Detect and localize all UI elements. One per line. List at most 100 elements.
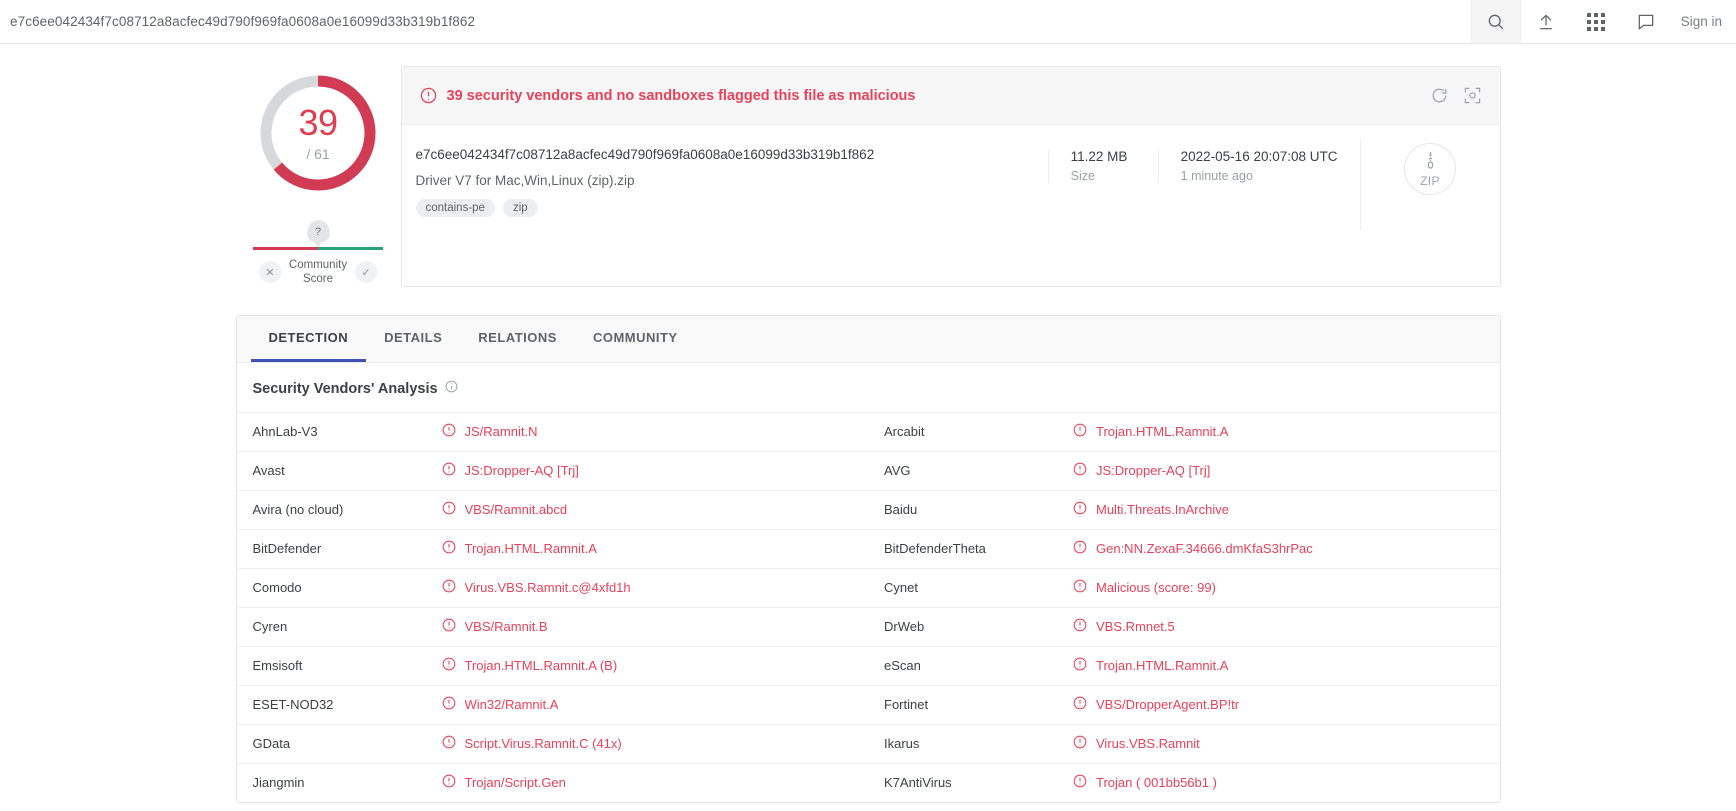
- zip-file-icon: ZIP: [1404, 143, 1456, 195]
- vendor-detection: VBS/Ramnit.B: [442, 618, 869, 635]
- exclamation-circle-icon: [1073, 618, 1087, 635]
- vendor-detection-label[interactable]: Malicious (score: 99): [1096, 580, 1216, 595]
- file-hash: e7c6ee042434f7c08712a8acfec49d790f969fa0…: [415, 147, 875, 162]
- vendor-detection-label[interactable]: Trojan ( 001bb56b1 ): [1096, 775, 1217, 790]
- chat-button[interactable]: [1621, 0, 1671, 43]
- vendor-detection-label[interactable]: VBS.Rmnet.5: [1096, 619, 1175, 634]
- info-circle-icon[interactable]: [445, 380, 458, 398]
- exclamation-circle-icon: [420, 87, 437, 104]
- vendor-detection-label[interactable]: Trojan.HTML.Ramnit.A: [1096, 424, 1228, 439]
- vendor-detection: Script.Virus.Ramnit.C (41x): [442, 735, 869, 752]
- tab-community-label: COMMUNITY: [592, 329, 678, 345]
- exclamation-circle-icon: [442, 735, 456, 752]
- vendor-detection-label[interactable]: Trojan.HTML.Ramnit.A (B): [465, 658, 618, 673]
- exclamation-circle-icon: [1073, 774, 1087, 791]
- search-input-value: e7c6ee042434f7c08712a8acfec49d790f969fa0…: [10, 14, 476, 29]
- community-score-marker[interactable]: ?: [306, 220, 330, 243]
- exclamation-circle-icon: [1073, 579, 1087, 596]
- vendor-detection: Trojan.HTML.Ramnit.A: [442, 540, 869, 557]
- vendor-detection-label[interactable]: Win32/Ramnit.A: [465, 697, 559, 712]
- vendor-detection: Gen:NN.ZexaF.34666.dmKfaS3hrPac: [1073, 540, 1500, 557]
- table-row: Comodo Virus.VBS.Ramnit.c@4xfd1h Cynet Mali…: [236, 567, 1500, 607]
- vendor-detection-label[interactable]: Trojan/Script.Gen: [465, 775, 566, 790]
- vendor-detection-label[interactable]: Virus.VBS.Ramnit: [1096, 736, 1200, 751]
- vendor-detection-label[interactable]: Trojan.HTML.Ramnit.A: [465, 541, 597, 556]
- community-score-row: ✕ Community Score ✓: [253, 258, 383, 287]
- detection-score-column: 39 / 61 ? ✕ Community Score ✓: [236, 66, 401, 287]
- tab-community[interactable]: COMMUNITY: [575, 316, 696, 362]
- vendor-detection-label[interactable]: VBS/Ramnit.B: [465, 619, 548, 634]
- vendor-detection-label[interactable]: VBS/DropperAgent.BP!tr: [1096, 697, 1239, 712]
- vendor-name: ESET-NOD32: [252, 697, 334, 713]
- alert-action-buttons: [1430, 86, 1482, 105]
- tab-detection[interactable]: DETECTION: [250, 316, 367, 362]
- malicious-alert-banner: 39 security vendors and no sandboxes fla…: [401, 67, 1500, 125]
- exclamation-circle-icon: [1073, 540, 1087, 557]
- tab-relations[interactable]: RELATIONS: [460, 316, 575, 362]
- vendor-detection-label[interactable]: Gen:NN.ZexaF.34666.dmKfaS3hrPac: [1096, 541, 1313, 556]
- analysis-section-header: Security Vendors' Analysis: [237, 363, 1500, 412]
- vendor-detection-label[interactable]: VBS/Ramnit.abcd: [465, 502, 568, 517]
- vendor-name: K7AntiVirus: [884, 775, 952, 791]
- exclamation-circle-icon: [1073, 696, 1087, 713]
- vendor-name: AhnLab-V3: [252, 424, 318, 440]
- detection-tab-card: DETECTION DETAILS RELATIONS COMMUNITY Se…: [235, 314, 1501, 803]
- exclamation-circle-icon: [1073, 423, 1087, 440]
- search-input[interactable]: e7c6ee042434f7c08712a8acfec49d790f969fa0…: [0, 0, 1471, 43]
- vendor-detection-label[interactable]: Multi.Threats.InArchive: [1096, 502, 1229, 517]
- vendor-name: GData: [252, 736, 291, 752]
- security-vendors-table: AhnLab-V3 JS/Ramnit.N Arcabit Trojan.HTML.R…: [236, 411, 1500, 802]
- sign-in-label: Sign in: [1680, 14, 1722, 29]
- file-tags: contains-pe zip: [415, 199, 1048, 217]
- file-size-label: Size: [1070, 169, 1095, 183]
- vendor-detection: VBS.Rmnet.5: [1073, 618, 1500, 635]
- vendor-detection-label[interactable]: JS/Ramnit.N: [465, 424, 538, 439]
- exclamation-circle-icon: [1073, 657, 1087, 674]
- search-icon: [1486, 12, 1506, 32]
- file-info-row: e7c6ee042434f7c08712a8acfec49d790f969fa0…: [402, 125, 1500, 230]
- table-row: Jiangmin Trojan/Script.Gen K7AntiVirus Troj…: [236, 762, 1500, 802]
- file-tag[interactable]: contains-pe: [415, 199, 495, 217]
- detection-ratio-text: 39 / 61: [257, 72, 379, 194]
- exclamation-circle-icon: [442, 774, 456, 791]
- file-meta: 11.22 MB Size 2022-05-16 20:07:08 UTC 1 …: [1047, 139, 1360, 230]
- check-icon: ✓: [361, 266, 371, 279]
- x-icon: ✕: [265, 266, 275, 279]
- vendor-name: Comodo: [252, 580, 302, 596]
- community-score-label-line1: Community: [288, 259, 348, 271]
- table-row: AhnLab-V3 JS/Ramnit.N Arcabit Trojan.HTML.R…: [236, 411, 1500, 451]
- tab-details[interactable]: DETAILS: [366, 316, 460, 362]
- detection-count: 39: [298, 101, 338, 143]
- exclamation-circle-icon: [442, 423, 456, 440]
- file-date-relative: 1 minute ago: [1180, 169, 1253, 183]
- vendor-detection-label[interactable]: JS:Dropper-AQ [Trj]: [465, 463, 579, 478]
- community-bar-positive: [318, 247, 383, 250]
- sign-in-button[interactable]: Sign in: [1671, 0, 1736, 43]
- vendor-detection-label[interactable]: Script.Virus.Ramnit.C (41x): [465, 736, 622, 751]
- vendor-detection-label[interactable]: Trojan.HTML.Ramnit.A: [1096, 658, 1228, 673]
- topbar-actions: Sign in: [1470, 0, 1736, 43]
- search-button[interactable]: [1470, 0, 1521, 43]
- reanalyze-refresh-icon[interactable]: [1430, 86, 1449, 105]
- top-navigation-bar: e7c6ee042434f7c08712a8acfec49d790f969fa0…: [0, 0, 1736, 44]
- upload-button[interactable]: [1521, 0, 1571, 43]
- file-tag[interactable]: zip: [502, 199, 538, 217]
- vendor-detection: Multi.Threats.InArchive: [1073, 501, 1500, 518]
- apps-button[interactable]: [1571, 0, 1621, 43]
- vendor-detection: JS/Ramnit.N: [442, 423, 869, 440]
- exclamation-circle-icon: [442, 696, 456, 713]
- vendor-name: Cynet: [884, 580, 918, 596]
- file-type-label: ZIP: [1420, 173, 1440, 188]
- vendor-detection: Trojan.HTML.Ramnit.A: [1073, 657, 1500, 674]
- vendor-name: AVG: [884, 463, 911, 479]
- vendor-detection-label[interactable]: Virus.VBS.Ramnit.c@4xfd1h: [465, 580, 631, 595]
- expand-graph-icon[interactable]: [1463, 86, 1482, 105]
- community-downvote-button[interactable]: ✕: [258, 261, 281, 284]
- vendor-detection-label[interactable]: JS:Dropper-AQ [Trj]: [1096, 463, 1210, 478]
- chat-bubble-icon: [1636, 12, 1656, 32]
- file-name: Driver V7 for Mac,Win,Linux (zip).zip: [415, 173, 635, 188]
- file-size-cell: 11.22 MB Size: [1047, 149, 1158, 183]
- community-upvote-button[interactable]: ✓: [355, 261, 378, 284]
- vendor-name: Fortinet: [884, 697, 929, 713]
- tab-bar: DETECTION DETAILS RELATIONS COMMUNITY: [236, 315, 1500, 363]
